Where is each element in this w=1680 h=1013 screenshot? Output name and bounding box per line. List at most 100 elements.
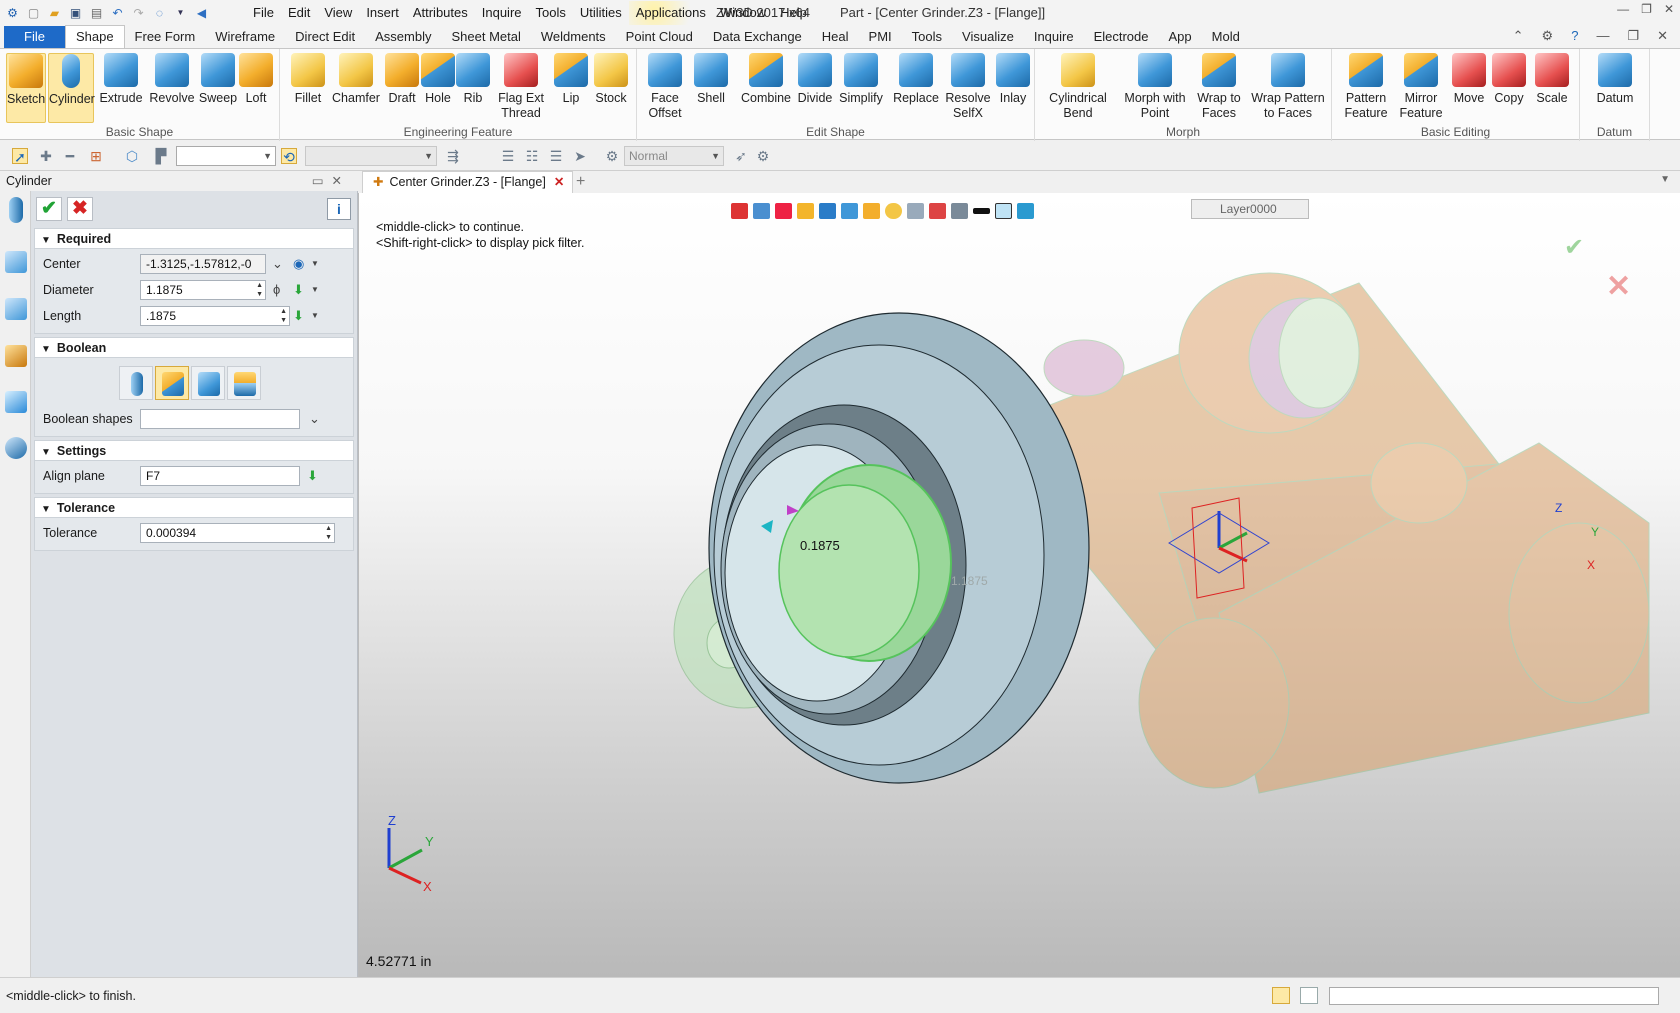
resolve-selfx-button[interactable]: Resolve SelfX xyxy=(943,53,993,121)
chevron-down-icon[interactable]: ▼ xyxy=(311,282,319,298)
menu-applications[interactable]: Applications xyxy=(628,0,713,25)
tab-visualize[interactable]: Visualize xyxy=(952,26,1024,48)
dropdown-arrow-icon[interactable]: ▼ xyxy=(172,4,189,21)
doc-close-icon[interactable]: ✕ xyxy=(1657,28,1668,44)
render-settings-icon[interactable]: ⚙ xyxy=(604,148,620,164)
cylinder-panel-icon[interactable] xyxy=(9,197,23,223)
inlay-button[interactable]: Inlay xyxy=(995,53,1031,106)
render-icon[interactable] xyxy=(885,203,902,219)
wrap-to-faces-button[interactable]: Wrap to Faces xyxy=(1195,53,1243,121)
replace-button[interactable]: Replace xyxy=(892,53,940,106)
background-color-icon[interactable] xyxy=(995,203,1012,219)
section-required[interactable]: ▼ Required xyxy=(34,228,354,249)
dimension-length[interactable]: 0.1875 xyxy=(800,538,840,553)
mirror-feature-button[interactable]: Mirror Feature xyxy=(1396,53,1446,121)
boolean-intersect-button[interactable] xyxy=(227,366,261,400)
tab-app[interactable]: App xyxy=(1159,26,1202,48)
menu-insert[interactable]: Insert xyxy=(359,1,406,25)
pin-icon[interactable]: ▭ xyxy=(312,174,332,188)
spin-arrows-icon[interactable]: ▲ ▼ xyxy=(325,524,332,542)
save-icon[interactable]: ▣ xyxy=(67,4,84,21)
new-tab-icon[interactable]: + xyxy=(576,173,585,191)
tab-mold[interactable]: Mold xyxy=(1202,26,1250,48)
expand-options-icon[interactable]: ⌄ xyxy=(272,256,283,272)
collapse-icon[interactable]: ◀ xyxy=(193,4,210,21)
status-list-icon[interactable] xyxy=(1300,987,1318,1004)
stock-button[interactable]: Stock xyxy=(591,53,631,106)
download-value-icon[interactable]: ⬇ xyxy=(307,468,318,484)
dimension-diameter[interactable]: 1.1875 xyxy=(951,574,988,588)
tab-close-icon[interactable]: ✕ xyxy=(554,175,564,189)
open-file-icon[interactable]: ▰ xyxy=(46,4,63,21)
help-icon[interactable]: ? xyxy=(1571,28,1578,44)
doc-restore-icon[interactable]: ❐ xyxy=(1627,28,1639,44)
settings-gear-icon[interactable]: ⚙ xyxy=(1542,28,1554,44)
pick-filter-icon[interactable]: ◌ xyxy=(151,4,168,21)
info-button[interactable]: i xyxy=(327,198,351,220)
download-value-icon[interactable]: ⬇ xyxy=(293,282,304,298)
tab-inquire[interactable]: Inquire xyxy=(1024,26,1084,48)
section-settings[interactable]: ▼ Settings xyxy=(34,440,354,461)
menu-edit[interactable]: Edit xyxy=(281,1,317,25)
cancel-button[interactable]: ✖ xyxy=(67,197,93,221)
length-field[interactable]: .1875 ▲ ▼ xyxy=(140,306,290,326)
display-mode-icon[interactable] xyxy=(841,203,858,219)
section-boolean[interactable]: ▼ Boolean xyxy=(34,337,354,358)
center-field[interactable]: -1.3125,-1.57812,-0 xyxy=(140,254,266,274)
zoom-fit-icon[interactable] xyxy=(907,203,924,219)
image-library-icon[interactable] xyxy=(5,391,27,413)
status-toggle-icon[interactable] xyxy=(1272,987,1290,1004)
cursor-icon[interactable]: ➤ xyxy=(572,148,588,164)
shell-button[interactable]: Shell xyxy=(689,53,733,106)
layer-select[interactable]: Layer0000 xyxy=(1191,199,1309,219)
draft-button[interactable]: Draft xyxy=(382,53,422,106)
tab-data-exchange[interactable]: Data Exchange xyxy=(703,26,812,48)
datum-button[interactable]: Datum xyxy=(1590,53,1640,106)
tree-icon[interactable]: ☰ xyxy=(548,148,564,164)
section-tolerance[interactable]: ▼ Tolerance xyxy=(34,497,354,518)
loft-button[interactable]: Loft xyxy=(238,53,274,106)
rib-button[interactable]: Rib xyxy=(456,53,490,106)
part-icon[interactable] xyxy=(5,345,27,367)
tab-pmi[interactable]: PMI xyxy=(859,26,902,48)
menu-file[interactable]: File xyxy=(246,1,281,25)
chevron-down-icon[interactable]: ▼ xyxy=(311,308,319,324)
divide-button[interactable]: Divide xyxy=(795,53,835,106)
distribute-icon[interactable]: ☰ xyxy=(500,148,516,164)
wrap-pattern-to-faces-button[interactable]: Wrap Pattern to Faces xyxy=(1249,53,1327,121)
tab-sheet-metal[interactable]: Sheet Metal xyxy=(442,26,531,48)
view-orient-icon[interactable] xyxy=(753,203,770,219)
move-button[interactable]: Move xyxy=(1450,53,1488,106)
tab-free-form[interactable]: Free Form xyxy=(125,26,206,48)
expand-options-icon[interactable]: ⌄ xyxy=(309,411,320,427)
tab-wireframe[interactable]: Wireframe xyxy=(205,26,285,48)
cylinder-button[interactable]: Cylinder xyxy=(48,53,95,123)
minimize-icon[interactable]: — xyxy=(1617,2,1629,16)
document-tab[interactable]: ✚ Center Grinder.Z3 - [Flange] ✕ xyxy=(362,171,574,193)
box-view-icon[interactable] xyxy=(863,203,880,219)
revolve-button[interactable]: Revolve xyxy=(148,53,196,106)
tolerance-field[interactable]: 0.000394 ▲ ▼ xyxy=(140,523,335,543)
lip-button[interactable]: Lip xyxy=(552,53,590,106)
tab-assembly[interactable]: Assembly xyxy=(365,26,441,48)
close-icon[interactable]: ✕ xyxy=(1664,2,1674,16)
add-pick-icon[interactable]: ✚ xyxy=(38,148,54,164)
point-pick-icon[interactable]: ◉ xyxy=(293,256,304,272)
pattern-feature-button[interactable]: Pattern Feature xyxy=(1340,53,1392,121)
menu-inquire[interactable]: Inquire xyxy=(475,1,529,25)
menu-utilities[interactable]: Utilities xyxy=(573,1,629,25)
command-input[interactable] xyxy=(1329,987,1659,1005)
shade-icon[interactable] xyxy=(797,203,814,219)
shape-filter-icon[interactable]: ⬡ xyxy=(124,148,140,164)
3d-viewport[interactable]: <middle-click> to continue. <Shift-right… xyxy=(358,193,1680,977)
simplify-button[interactable]: Simplify xyxy=(837,53,885,106)
tab-electrode[interactable]: Electrode xyxy=(1084,26,1159,48)
hole-button[interactable]: Hole xyxy=(418,53,458,106)
combine-button[interactable]: Combine xyxy=(739,53,793,106)
menu-tools[interactable]: Tools xyxy=(529,1,573,25)
remove-pick-icon[interactable]: ━ xyxy=(62,148,78,164)
sweep-button[interactable]: Sweep xyxy=(196,53,240,106)
face-offset-button[interactable]: Face Offset xyxy=(643,53,687,121)
boolean-add-button[interactable] xyxy=(155,366,189,400)
viewport-ok-icon[interactable]: ✔ xyxy=(1564,233,1584,262)
